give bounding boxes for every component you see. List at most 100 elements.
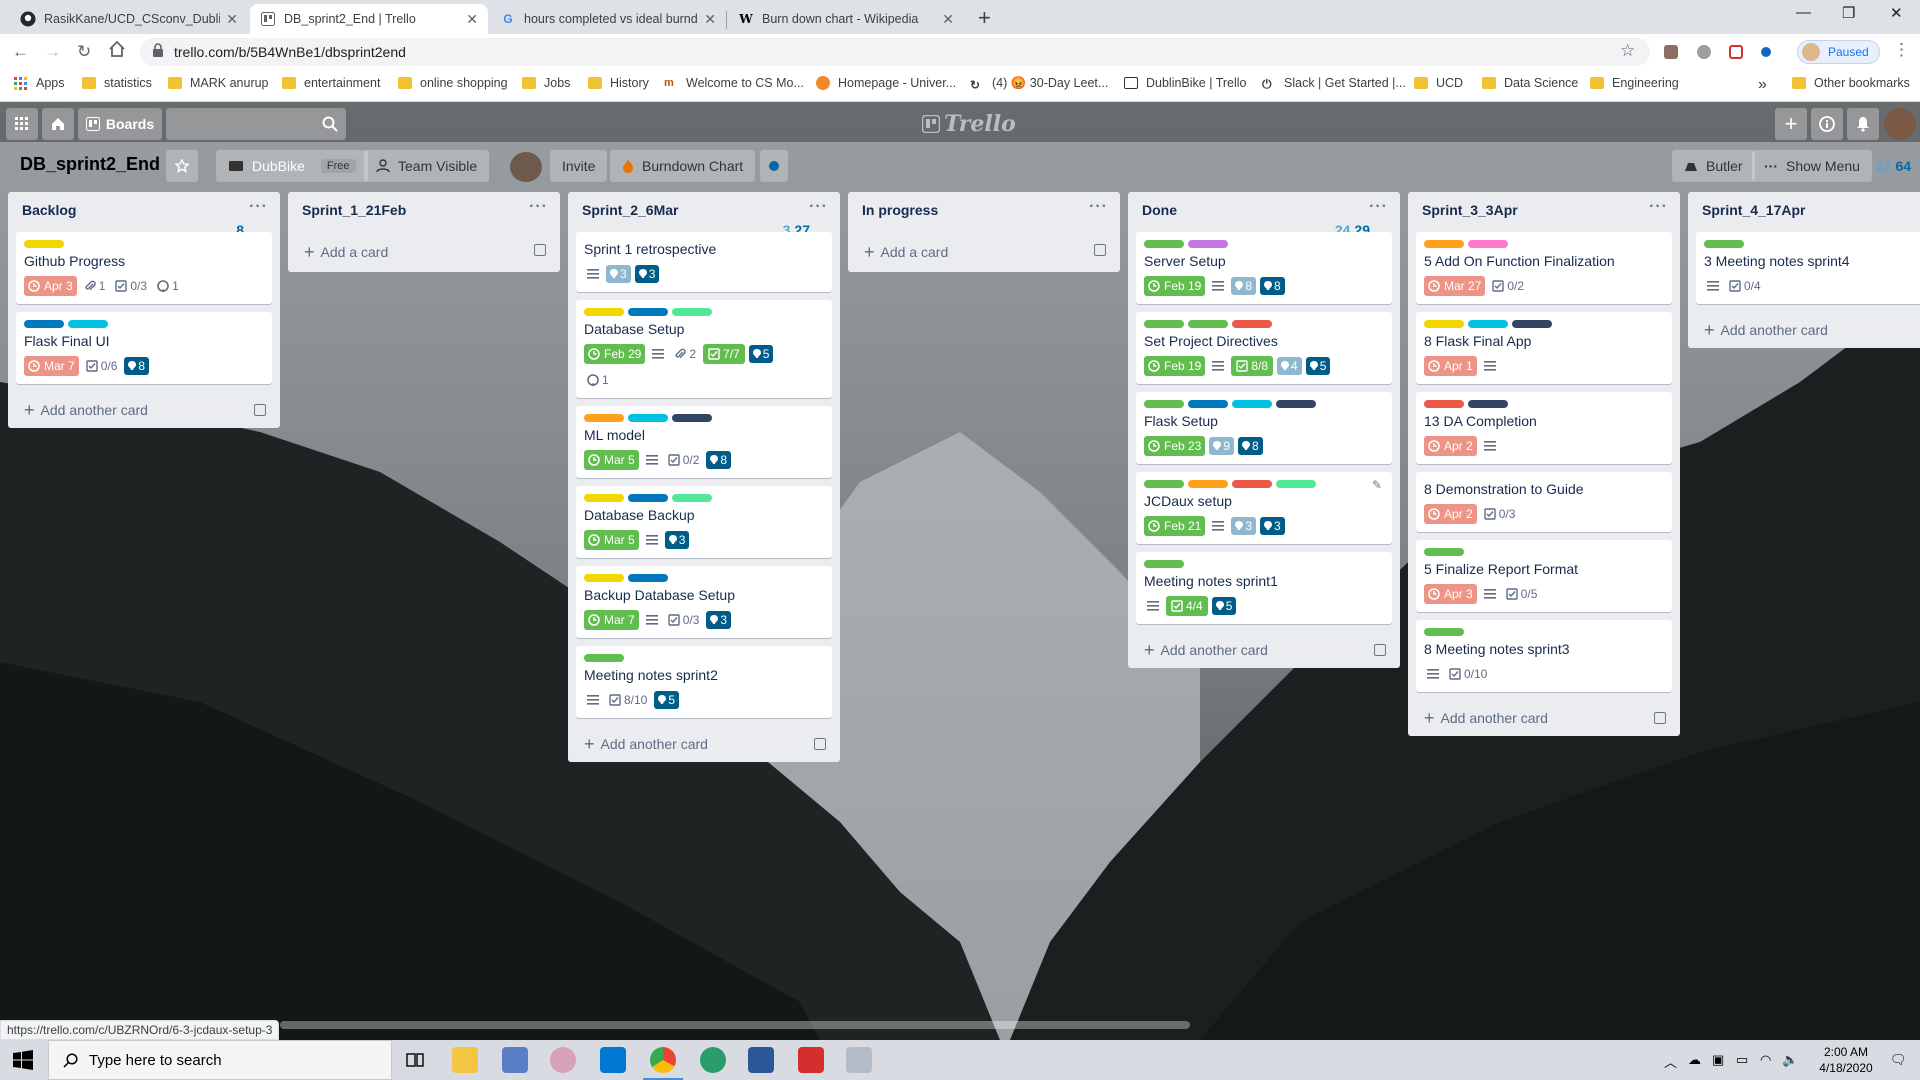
butler-button[interactable]: Butler <box>1672 150 1755 182</box>
search-input[interactable] <box>166 108 346 140</box>
card-label[interactable] <box>1188 240 1228 248</box>
add-card-button[interactable]: + Add another card <box>1128 632 1400 668</box>
card-label[interactable] <box>1468 400 1508 408</box>
card[interactable]: 5 Add On Function Finalization Mar 27 0/2 <box>1416 232 1672 304</box>
show-hidden-icons[interactable]: ︿ <box>1664 1052 1677 1071</box>
card-label[interactable] <box>1232 480 1272 488</box>
list-menu-icon[interactable]: ··· <box>1649 198 1668 216</box>
taskbar-search-input[interactable]: Type here to search <box>48 1040 392 1080</box>
lock-icon[interactable] <box>152 43 164 57</box>
jupyter-icon[interactable] <box>700 1047 726 1073</box>
avatar[interactable] <box>510 152 542 182</box>
bookmarks-overflow-button[interactable]: » <box>1758 76 1767 94</box>
bookmark-folder[interactable]: UCD <box>1414 76 1463 90</box>
scrollbar-thumb[interactable] <box>280 1021 1190 1029</box>
card[interactable]: 8 Demonstration to Guide Apr 2 0/3 <box>1416 472 1672 532</box>
list-header[interactable]: Sprint_2_6Mar ··· 3 27 <box>568 192 840 238</box>
card-label[interactable] <box>1424 320 1464 328</box>
card-label[interactable] <box>628 574 668 582</box>
powerup-icon[interactable] <box>760 150 788 182</box>
card-template-icon[interactable] <box>1654 712 1666 724</box>
list-title[interactable]: Sprint_4_17Apr <box>1702 202 1805 218</box>
card-label[interactable] <box>24 240 64 248</box>
card-label[interactable] <box>584 494 624 502</box>
card[interactable]: Meeting notes sprint1 4/4 5 <box>1136 552 1392 624</box>
card[interactable]: Backup Database Setup Mar 7 0/3 3 <box>576 566 832 638</box>
bookmark-folder[interactable]: Jobs <box>522 76 570 90</box>
extension-icon[interactable] <box>1761 47 1771 57</box>
avatar[interactable] <box>1884 108 1916 140</box>
add-card-button[interactable]: + Add another card <box>568 726 840 762</box>
extension-icon[interactable] <box>1697 45 1711 59</box>
card[interactable]: Server Setup Feb 19 8 8 <box>1136 232 1392 304</box>
burndown-chart-button[interactable]: Burndown Chart <box>610 150 756 182</box>
due-date-badge[interactable]: Feb 29 <box>584 344 646 364</box>
list-header[interactable]: Sprint_4_17Apr··· <box>1688 192 1920 232</box>
card-label[interactable] <box>1188 480 1228 488</box>
list-title[interactable]: Backlog <box>22 202 76 218</box>
card-label[interactable] <box>584 414 624 422</box>
trello-logo[interactable]: Trello <box>922 111 1016 137</box>
more-icon[interactable]: ⋮ <box>1893 40 1910 60</box>
list-menu-icon[interactable]: ··· <box>809 198 828 216</box>
list-menu-icon[interactable]: ··· <box>1369 198 1388 216</box>
info-icon[interactable] <box>1811 108 1843 140</box>
url-input[interactable]: trello.com/b/5B4WnBe1/dbsprint2end <box>140 38 1650 66</box>
clock[interactable]: 2:00 AM 4/18/2020 <box>1812 1044 1880 1076</box>
apps-switcher-icon[interactable] <box>6 108 38 140</box>
chrome-icon[interactable] <box>650 1047 676 1073</box>
card-label[interactable] <box>1512 320 1552 328</box>
list-header[interactable]: Backlog ··· 8 <box>8 192 280 238</box>
due-date-badge[interactable]: Apr 3 <box>24 276 77 296</box>
bookmark-link[interactable]: DublinBike | Trello <box>1124 76 1247 90</box>
card[interactable]: Meeting notes sprint2 8/10 5 <box>576 646 832 718</box>
card-template-icon[interactable] <box>534 244 546 256</box>
extension-icon[interactable] <box>1729 45 1743 59</box>
card-label[interactable] <box>1188 320 1228 328</box>
due-date-badge[interactable]: Apr 2 <box>1424 436 1477 456</box>
reload-icon[interactable]: ↻ <box>77 42 91 62</box>
list-title[interactable]: Sprint_2_6Mar <box>582 202 678 218</box>
list-title[interactable]: Done <box>1142 202 1177 218</box>
card[interactable]: 8 Flask Final App Apr 1 <box>1416 312 1672 384</box>
due-date-badge[interactable]: Feb 19 <box>1144 356 1206 376</box>
add-card-button[interactable]: + Add another card <box>8 392 280 428</box>
card[interactable]: 8 Meeting notes sprint3 0/10 <box>1416 620 1672 692</box>
card-label[interactable] <box>1232 400 1272 408</box>
card[interactable]: 5 Finalize Report Format Apr 3 0/5 <box>1416 540 1672 612</box>
battery-icon[interactable]: ▭ <box>1736 1052 1748 1068</box>
bookmark-folder[interactable]: Other bookmarks <box>1792 76 1910 90</box>
extension-icon[interactable] <box>1664 45 1678 59</box>
network-app-icon[interactable] <box>502 1047 528 1073</box>
card-label[interactable] <box>1468 240 1508 248</box>
add-card-button[interactable]: + Add a card <box>288 232 560 272</box>
bookmark-apps[interactable]: Apps <box>14 76 65 90</box>
forward-icon[interactable]: → <box>44 42 61 62</box>
card-label[interactable] <box>1188 400 1228 408</box>
card-label[interactable] <box>1232 320 1272 328</box>
card-template-icon[interactable] <box>814 738 826 750</box>
visibility-button[interactable]: Team Visible <box>364 150 490 182</box>
volume-icon[interactable]: 🔈 <box>1782 1052 1798 1068</box>
trello-desktop-icon[interactable] <box>600 1047 626 1073</box>
tray-app-icon[interactable]: ▣ <box>1712 1052 1724 1068</box>
board-scrollbar[interactable] <box>0 1021 1920 1031</box>
card-label[interactable] <box>1144 480 1184 488</box>
card-label[interactable] <box>1424 240 1464 248</box>
card[interactable]: Sprint 1 retrospective 3 3 <box>576 232 832 292</box>
create-icon[interactable]: + <box>1775 108 1807 140</box>
close-tab-icon[interactable]: ✕ <box>704 11 716 28</box>
close-tab-icon[interactable]: ✕ <box>942 11 954 28</box>
snipping-tool-icon[interactable] <box>550 1047 576 1073</box>
card-label[interactable] <box>584 574 624 582</box>
due-date-badge[interactable]: Apr 2 <box>1424 504 1477 524</box>
invite-button[interactable]: Invite <box>550 150 608 182</box>
due-date-badge[interactable]: Mar 7 <box>24 356 79 376</box>
card-label[interactable] <box>1144 560 1184 568</box>
card-label[interactable] <box>1424 400 1464 408</box>
card[interactable]: Github Progress Apr 3 1 0/3 1 <box>16 232 272 304</box>
bookmark-folder[interactable]: statistics <box>82 76 152 90</box>
card-label[interactable] <box>628 494 668 502</box>
card-label[interactable] <box>628 414 668 422</box>
wifi-icon[interactable]: ◠ <box>1760 1052 1771 1068</box>
